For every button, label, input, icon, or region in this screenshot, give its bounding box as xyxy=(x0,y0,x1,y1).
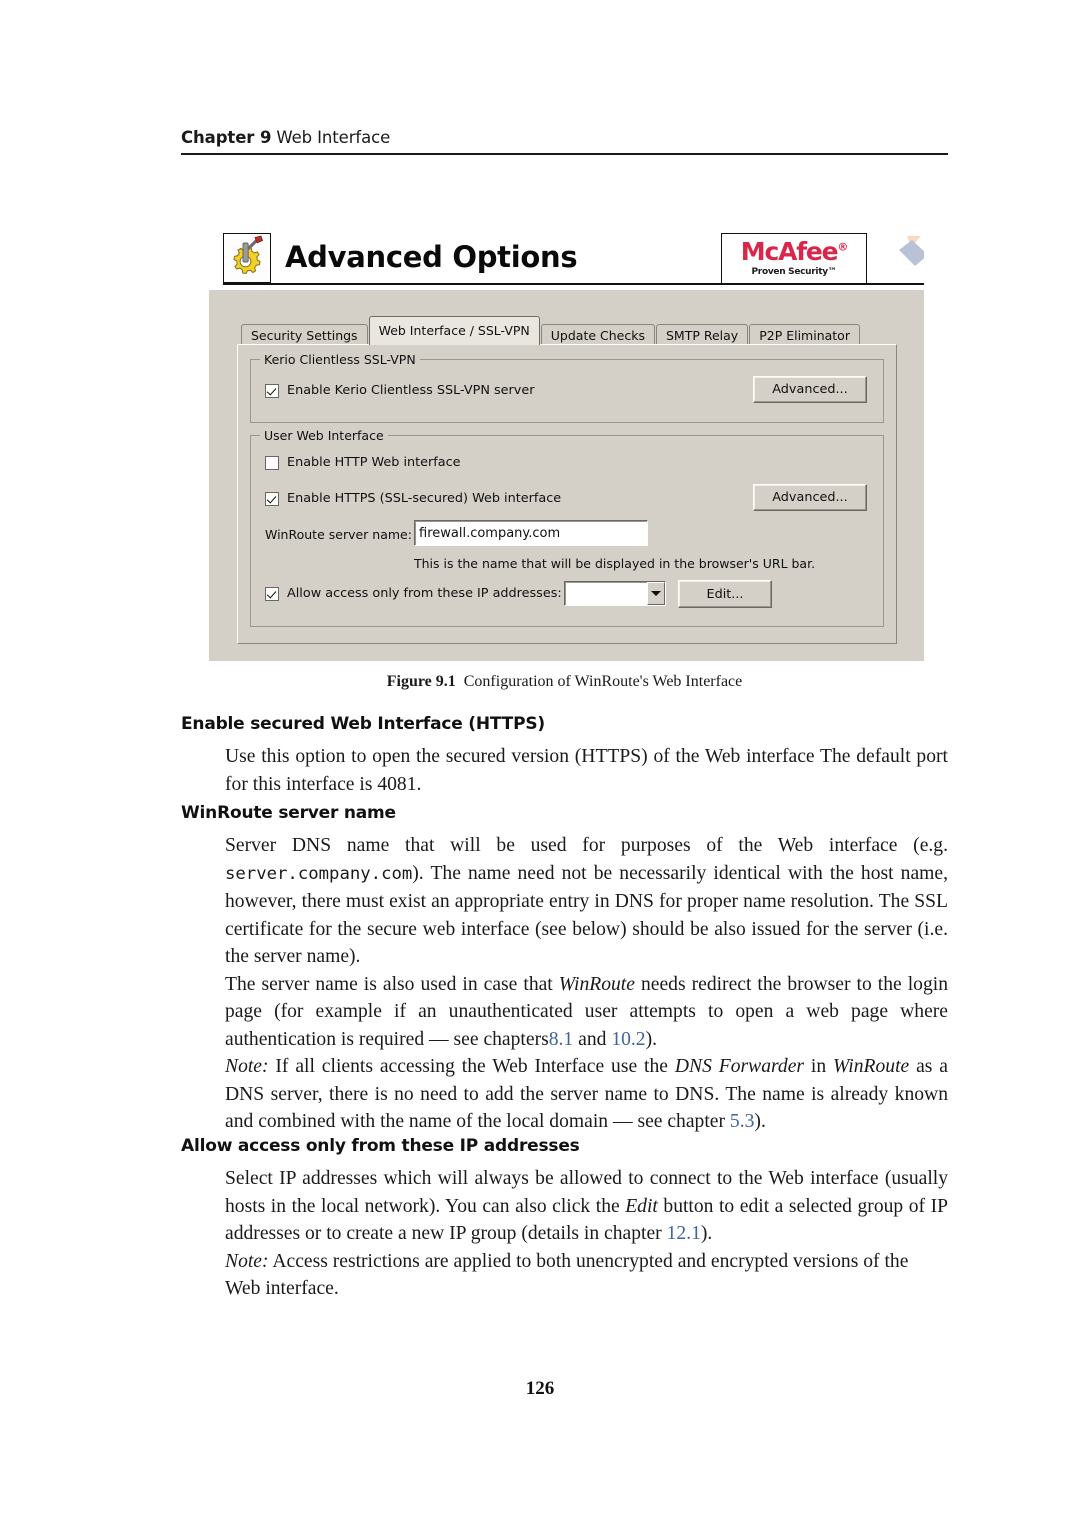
running-head: Chapter 9 Web Interface xyxy=(181,128,948,147)
banner-decoration-icon xyxy=(877,234,924,282)
section-winroute-server-name: WinRoute server name Server DNS name tha… xyxy=(181,803,948,1136)
mcafee-tagline: Proven Security™ xyxy=(751,267,837,277)
group-legend-ssl-vpn: Kerio Clientless SSL-VPN xyxy=(260,352,420,367)
checkbox-label-enable-ssl-vpn: Enable Kerio Clientless SSL-VPN server xyxy=(287,383,535,398)
text-run: ). xyxy=(645,1028,658,1050)
cross-reference-5-3[interactable]: 5.3 xyxy=(730,1111,755,1132)
tab-page-web-interface: Kerio Clientless SSL-VPN Enable Kerio Cl… xyxy=(237,344,897,644)
chevron-down-icon[interactable] xyxy=(647,582,665,605)
server-name-label: WinRoute server name: xyxy=(265,527,412,542)
checkbox-enable-https[interactable] xyxy=(265,491,279,506)
group-legend-user-web-interface: User Web Interface xyxy=(260,428,388,443)
checkbox-label-allow-ip-addresses: Allow access only from these IP addresse… xyxy=(287,586,562,601)
group-user-web-interface: User Web Interface Enable HTTP Web inter… xyxy=(250,428,884,627)
dialog-title: Advanced Options xyxy=(285,240,578,274)
advanced-button-https[interactable]: Advanced... xyxy=(753,484,867,511)
text-run: The server name is also used in case tha… xyxy=(225,973,559,995)
section-paragraph-allow-access-1: Select IP addresses which will always be… xyxy=(225,1165,948,1248)
mcafee-wordmark: McAfee® xyxy=(740,237,849,266)
advanced-button-ssl-vpn[interactable]: Advanced... xyxy=(753,376,867,403)
section-term-allow-access: Allow access only from these IP addresse… xyxy=(181,1136,580,1156)
emphasis-winroute: WinRoute xyxy=(558,973,635,995)
checkbox-row-enable-ssl-vpn[interactable]: Enable Kerio Clientless SSL-VPN server xyxy=(265,383,535,398)
edit-button[interactable]: Edit... xyxy=(678,580,772,608)
tab-p2p-eliminator[interactable]: P2P Eliminator xyxy=(749,324,860,345)
tab-update-checks[interactable]: Update Checks xyxy=(540,324,655,345)
cross-reference-10-2[interactable]: 10.2 xyxy=(611,1029,645,1050)
section-term-https: Enable secured Web Interface (HTTPS) xyxy=(181,714,545,734)
mcafee-logo: McAfee® Proven Security™ xyxy=(721,233,867,284)
text-run: Access restrictions are applied to both … xyxy=(225,1250,909,1300)
section-paragraph-server-name-2: The server name is also used in case tha… xyxy=(225,971,948,1054)
figure-caption-text: Configuration of WinRoute's Web Interfac… xyxy=(463,673,743,690)
tab-web-interface-ssl-vpn[interactable]: Web Interface / SSL-VPN xyxy=(368,316,540,345)
checkbox-label-enable-https: Enable HTTPS (SSL-secured) Web interface xyxy=(287,491,562,506)
code-server-company-com: server.company.com xyxy=(225,863,413,884)
tab-security-settings[interactable]: Security Settings xyxy=(241,324,368,345)
cross-reference-8-1[interactable]: 8.1 xyxy=(549,1029,574,1050)
figure-number: Figure 9.1 xyxy=(386,673,456,690)
document-page: Chapter 9 Web Interface Advanced Options… xyxy=(0,0,1080,1527)
checkbox-allow-ip-addresses[interactable] xyxy=(265,586,279,601)
checkbox-row-enable-https[interactable]: Enable HTTPS (SSL-secured) Web interface xyxy=(265,491,561,506)
checkbox-enable-ssl-vpn[interactable] xyxy=(265,383,279,398)
emphasis-edit: Edit xyxy=(625,1195,658,1217)
dialog-banner: Advanced Options McAfee® Proven Security… xyxy=(205,224,924,288)
tab-smtp-relay[interactable]: SMTP Relay xyxy=(655,324,749,345)
text-run: If all clients accessing the Web Interfa… xyxy=(268,1056,675,1077)
cross-reference-12-1[interactable]: 12.1 xyxy=(667,1223,701,1244)
page-number: 126 xyxy=(525,1378,555,1399)
figure-screenshot: Advanced Options McAfee® Proven Security… xyxy=(205,224,924,661)
header-divider xyxy=(181,153,948,155)
figure-caption: Figure 9.1 Configuration of WinRoute's We… xyxy=(181,673,948,691)
emphasis-dns-forwarder: DNS Forwarder xyxy=(674,1056,805,1077)
text-run: and xyxy=(573,1028,612,1050)
checkbox-row-allow-ip[interactable]: Allow access only from these IP addresse… xyxy=(265,586,562,601)
section-term-server-name: WinRoute server name xyxy=(181,803,396,823)
ip-group-select[interactable] xyxy=(564,581,666,606)
server-name-input[interactable]: firewall.company.com xyxy=(414,520,648,546)
running-head-chapter: Chapter 9 xyxy=(181,128,272,147)
section-paragraph-server-name-1: Server DNS name that will be used for pu… xyxy=(225,832,948,971)
section-paragraph-allow-access-2: Note: Access restrictions are applied to… xyxy=(225,1248,948,1303)
server-name-hint: This is the name that will be displayed … xyxy=(414,556,816,571)
note-label: Note: xyxy=(225,1056,269,1077)
checkbox-label-enable-http: Enable HTTP Web interface xyxy=(287,455,461,470)
checkbox-enable-http[interactable] xyxy=(265,455,279,470)
section-enable-secured-web-interface: Enable secured Web Interface (HTTPS) Use… xyxy=(181,714,948,798)
text-run: Server DNS name that will be used for pu… xyxy=(225,835,948,856)
note-label-2: Note: xyxy=(225,1250,269,1272)
running-head-section: Web Interface xyxy=(276,128,391,147)
dialog-body: Security Settings Web Interface / SSL-VP… xyxy=(209,290,924,661)
section-allow-access-ip: Allow access only from these IP addresse… xyxy=(181,1136,948,1303)
section-paragraph-server-name-3: Note: If all clients accessing the Web I… xyxy=(225,1053,948,1136)
emphasis-winroute-2: WinRoute xyxy=(833,1056,910,1077)
group-kerio-clientless-ssl-vpn: Kerio Clientless SSL-VPN Enable Kerio Cl… xyxy=(250,352,884,423)
text-run: in xyxy=(804,1056,834,1077)
checkbox-row-enable-http[interactable]: Enable HTTP Web interface xyxy=(265,455,461,470)
text-run: ). xyxy=(754,1111,766,1132)
section-paragraph-https: Use this option to open the secured vers… xyxy=(225,746,948,795)
tab-strip: Security Settings Web Interface / SSL-VP… xyxy=(241,316,861,345)
text-run: ). xyxy=(700,1223,713,1244)
gear-hammer-icon xyxy=(223,233,271,283)
